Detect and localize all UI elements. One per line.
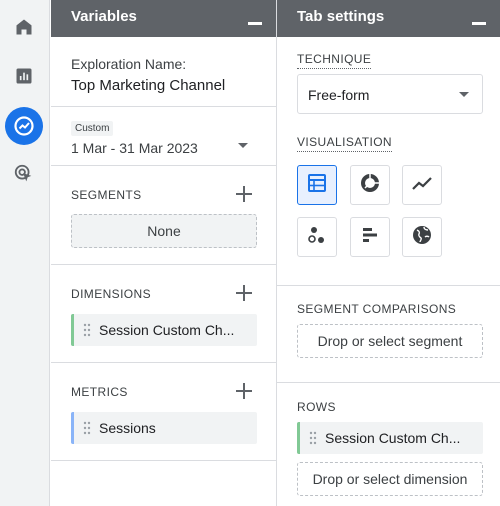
add-dimension-button[interactable] [234, 283, 254, 303]
viz-geo-button[interactable] [402, 217, 442, 257]
scatter-plot-icon [306, 224, 328, 251]
divider [51, 362, 276, 363]
viz-scatter-button[interactable] [297, 217, 337, 257]
viz-bar-button[interactable] [350, 217, 390, 257]
technique-select[interactable]: Free-form [297, 74, 483, 114]
date-range-selector[interactable]: Custom 1 Mar - 31 Mar 2023 [51, 107, 276, 165]
minimize-icon[interactable] [472, 22, 486, 25]
exploration-name-field[interactable]: Exploration Name: Top Marketing Channel [51, 37, 276, 106]
segment-comparisons-label: SEGMENT COMPARISONS [297, 302, 457, 316]
divider [277, 382, 500, 383]
metric-color-bar [71, 412, 74, 444]
metrics-label: METRICS [71, 385, 128, 399]
dimensions-label: DIMENSIONS [71, 287, 152, 301]
reports-nav-button[interactable] [5, 57, 43, 95]
divider [277, 285, 500, 286]
date-custom-badge: Custom [71, 121, 114, 136]
add-metric-button[interactable] [234, 381, 254, 401]
drag-handle-icon[interactable] [309, 431, 317, 445]
metric-chip-label: Sessions [99, 420, 156, 436]
exploration-name-value: Top Marketing Channel [71, 77, 226, 94]
advertising-nav-button[interactable] [5, 155, 43, 193]
dimension-color-bar [71, 314, 74, 346]
explore-nav-button[interactable] [5, 107, 43, 145]
home-icon [14, 17, 34, 37]
divider [51, 264, 276, 265]
segments-label: SEGMENTS [71, 188, 142, 202]
drag-handle-icon[interactable] [83, 421, 91, 435]
viz-line-button[interactable] [402, 165, 442, 205]
home-nav-button[interactable] [5, 8, 43, 46]
row-chip[interactable]: Session Custom Ch... [297, 422, 483, 454]
row-color-bar [297, 422, 300, 454]
technique-value: Free-form [308, 87, 370, 103]
bar-chart-icon [359, 224, 381, 251]
dimension-chip-label: Session Custom Ch... [99, 322, 235, 338]
row-chip-label: Session Custom Ch... [325, 430, 461, 446]
divider [51, 460, 276, 461]
metric-chip[interactable]: Sessions [71, 412, 257, 444]
variables-header: Variables [51, 0, 276, 37]
dimension-chip[interactable]: Session Custom Ch... [71, 314, 257, 346]
visualisation-label: VISUALISATION [297, 135, 393, 152]
donut-chart-icon [359, 172, 381, 199]
technique-label: TECHNIQUE [297, 52, 372, 69]
exploration-name-label: Exploration Name: [71, 56, 187, 72]
viz-donut-button[interactable] [350, 165, 390, 205]
segments-none-slot[interactable]: None [71, 214, 257, 248]
add-segment-button[interactable] [234, 184, 254, 204]
bar-chart-icon [14, 66, 34, 86]
navigation-rail [0, 0, 50, 506]
chevron-down-icon [238, 143, 248, 148]
rows-label: ROWS [297, 400, 336, 414]
table-icon [307, 173, 327, 198]
target-cursor-icon [13, 163, 35, 185]
line-chart-icon [411, 172, 433, 199]
date-range-value: 1 Mar - 31 Mar 2023 [71, 140, 198, 156]
variables-panel: Variables Exploration Name: Top Marketin… [51, 0, 277, 506]
globe-icon [411, 224, 433, 251]
variables-title: Variables [71, 8, 137, 25]
tab-settings-title: Tab settings [297, 8, 385, 25]
segment-drop-zone[interactable]: Drop or select segment [297, 324, 483, 358]
explore-icon [12, 114, 36, 138]
minimize-icon[interactable] [248, 22, 262, 25]
tab-settings-header: Tab settings [277, 0, 500, 37]
divider [51, 165, 276, 166]
tab-settings-panel: Tab settings TECHNIQUE Free-form VISUALI… [277, 0, 500, 506]
viz-table-button[interactable] [297, 165, 337, 205]
drag-handle-icon[interactable] [83, 323, 91, 337]
dimension-drop-zone[interactable]: Drop or select dimension [297, 462, 483, 496]
chevron-down-icon [459, 92, 469, 97]
